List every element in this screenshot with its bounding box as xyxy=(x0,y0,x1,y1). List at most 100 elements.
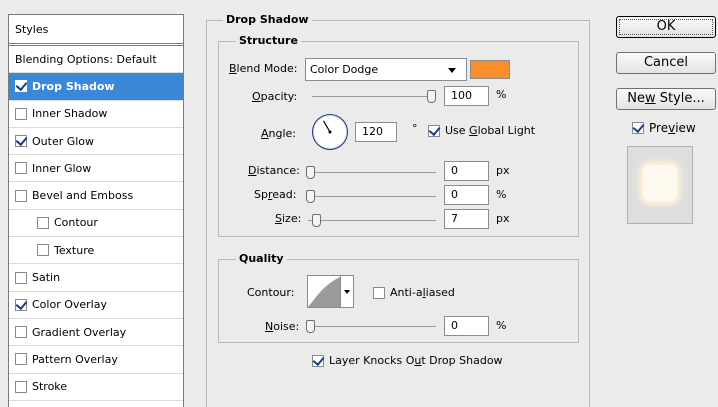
style-item-label: Texture xyxy=(54,243,95,257)
noise-slider-thumb[interactable] xyxy=(306,320,315,333)
size-label: Size: xyxy=(275,212,302,225)
style-item-checkbox[interactable] xyxy=(15,298,27,311)
ok-button[interactable]: OK xyxy=(616,16,716,38)
preview-swatch xyxy=(643,165,677,201)
size-slider-track[interactable] xyxy=(308,220,436,221)
spread-slider-thumb[interactable] xyxy=(306,190,315,203)
structure-title: Structure xyxy=(236,34,301,47)
blend-mode-value: Color Dodge xyxy=(310,63,379,76)
style-item-checkbox[interactable] xyxy=(37,244,49,257)
contour-label: Contour: xyxy=(247,286,295,299)
knockout-checkbox[interactable]: Layer Knocks Out Drop Shadow xyxy=(312,354,503,367)
anti-aliased-label: Anti-aliased xyxy=(390,286,455,299)
style-item-blending-options-default[interactable]: Blending Options: Default xyxy=(9,46,183,74)
style-item-label: Satin xyxy=(32,271,61,285)
style-item-checkbox[interactable] xyxy=(37,216,49,229)
cancel-button[interactable]: Cancel xyxy=(616,52,716,74)
distance-input[interactable]: 0 xyxy=(444,161,489,181)
style-item-label: Inner Shadow xyxy=(32,107,108,121)
noise-slider-track[interactable] xyxy=(308,326,436,327)
style-item-gradient-overlay[interactable]: Gradient Overlay xyxy=(9,319,183,347)
style-item-outer-glow[interactable]: Outer Glow xyxy=(9,128,183,156)
global-light-check[interactable] xyxy=(428,124,440,137)
knockout-label: Layer Knocks Out Drop Shadow xyxy=(329,354,503,367)
style-item-contour[interactable]: Contour xyxy=(9,210,183,238)
knockout-check[interactable] xyxy=(312,354,324,367)
quality-title: Quality xyxy=(236,252,287,265)
opacity-label: Opacity: xyxy=(252,90,298,103)
distance-label: Distance: xyxy=(248,164,300,177)
global-light-label: Use Global Light xyxy=(445,124,536,137)
global-light-checkbox[interactable]: Use Global Light xyxy=(428,124,535,137)
noise-input[interactable]: 0 xyxy=(444,316,489,336)
distance-slider-track[interactable] xyxy=(308,172,436,173)
new-style-button[interactable]: New Style... xyxy=(616,88,716,110)
styles-header[interactable]: Styles xyxy=(9,15,183,46)
style-item-label: Stroke xyxy=(32,380,68,394)
style-item-label: Pattern Overlay xyxy=(32,352,118,366)
spread-slider-track[interactable] xyxy=(308,196,436,197)
style-item-color-overlay[interactable]: Color Overlay xyxy=(9,292,183,319)
style-item-label: Blending Options: Default xyxy=(15,52,157,66)
anti-aliased-check[interactable] xyxy=(373,286,385,299)
blend-mode-label: Blend Mode: xyxy=(229,62,298,75)
preview-check[interactable] xyxy=(632,122,644,134)
drop-shadow-title: Drop Shadow xyxy=(223,13,312,26)
noise-label: Noise: xyxy=(265,320,300,333)
blend-mode-select[interactable]: Color Dodge xyxy=(305,58,467,81)
shadow-color-swatch[interactable] xyxy=(470,60,510,79)
angle-unit: ° xyxy=(412,122,418,135)
chevron-down-icon xyxy=(448,68,456,73)
size-input[interactable]: 7 xyxy=(444,209,489,229)
opacity-slider-track[interactable] xyxy=(312,96,436,97)
preview-thumbnail xyxy=(627,146,693,224)
style-item-label: Color Overlay xyxy=(32,298,107,312)
style-item-checkbox[interactable] xyxy=(15,80,27,93)
style-item-checkbox[interactable] xyxy=(15,353,27,366)
angle-input[interactable]: 120 xyxy=(355,122,397,142)
chevron-down-icon xyxy=(344,290,350,294)
style-item-texture[interactable]: Texture xyxy=(9,237,183,265)
angle-dial[interactable] xyxy=(312,114,348,150)
contour-curve-icon xyxy=(308,277,340,307)
angle-dial-needle xyxy=(322,120,332,134)
spread-input[interactable]: 0 xyxy=(444,185,489,205)
opacity-input[interactable]: 100 xyxy=(444,86,489,106)
style-item-checkbox[interactable] xyxy=(15,380,27,393)
styles-list: Styles Blending Options: Default Drop Sha… xyxy=(8,14,184,407)
style-item-label: Outer Glow xyxy=(32,134,95,148)
style-rows: Blending Options: Default Drop Shadow Inne… xyxy=(9,46,183,401)
size-unit: px xyxy=(496,212,510,225)
style-item-label: Bevel and Emboss xyxy=(32,189,134,203)
style-item-stroke[interactable]: Stroke xyxy=(9,374,183,401)
preview-checkbox[interactable]: Preview xyxy=(632,121,696,135)
style-item-satin[interactable]: Satin xyxy=(9,264,183,292)
noise-unit: % xyxy=(496,319,507,332)
style-item-checkbox[interactable] xyxy=(15,162,27,175)
preview-label: Preview xyxy=(649,121,696,135)
style-item-checkbox[interactable] xyxy=(15,271,27,284)
style-item-bevel-and-emboss[interactable]: Bevel and Emboss xyxy=(9,182,183,210)
distance-slider-thumb[interactable] xyxy=(306,166,315,179)
style-item-checkbox[interactable] xyxy=(15,326,27,339)
angle-label: Angle: xyxy=(261,127,297,140)
style-item-inner-glow[interactable]: Inner Glow xyxy=(9,155,183,183)
style-item-label: Gradient Overlay xyxy=(32,325,127,339)
style-item-checkbox[interactable] xyxy=(15,135,27,148)
style-item-checkbox[interactable] xyxy=(15,107,27,120)
style-item-pattern-overlay[interactable]: Pattern Overlay xyxy=(9,346,183,374)
spread-label: Spread: xyxy=(254,188,297,201)
opacity-slider-thumb[interactable] xyxy=(427,90,436,103)
style-item-label: Contour xyxy=(54,216,98,230)
contour-dropdown[interactable] xyxy=(341,275,354,308)
contour-preview[interactable] xyxy=(307,275,341,308)
anti-aliased-checkbox[interactable]: Anti-aliased xyxy=(373,286,455,299)
distance-unit: px xyxy=(496,164,510,177)
style-item-label: Drop Shadow xyxy=(32,79,115,93)
opacity-unit: % xyxy=(496,88,507,101)
style-item-checkbox[interactable] xyxy=(15,189,27,202)
size-slider-thumb[interactable] xyxy=(311,214,321,227)
style-item-drop-shadow[interactable]: Drop Shadow xyxy=(9,73,183,101)
style-item-inner-shadow[interactable]: Inner Shadow xyxy=(9,101,183,128)
spread-unit: % xyxy=(496,188,507,201)
